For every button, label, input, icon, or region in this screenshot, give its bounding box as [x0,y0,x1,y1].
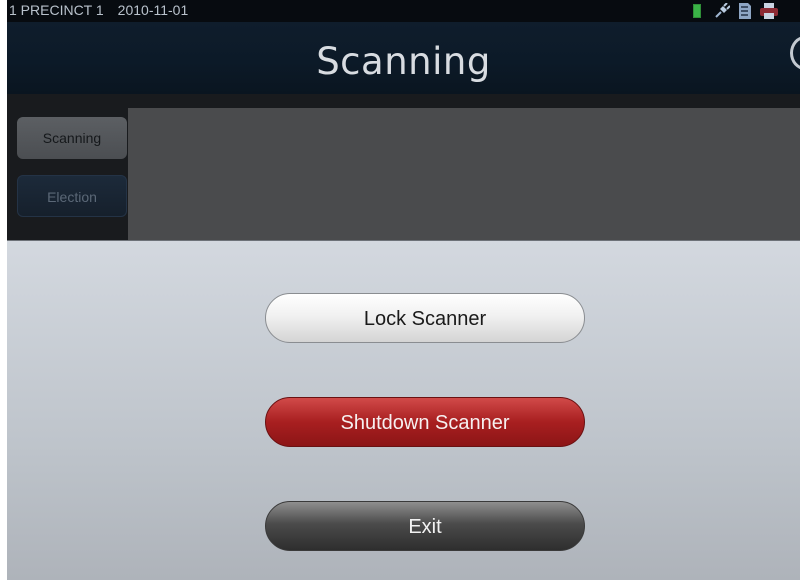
shutdown-scanner-button[interactable]: Shutdown Scanner [265,397,585,447]
background-panel: Scanning Election [7,94,800,240]
exit-button[interactable]: Exit [265,501,585,551]
date-label: 2010-11-01 [117,2,189,18]
status-bar: 1 PRECINCT 1 2010-11-01 [7,0,800,22]
content-panel [128,108,800,240]
sidebar-item-scanning: Scanning [17,117,127,159]
title-bar: Scanning [7,22,800,94]
page-title: Scanning [316,40,491,83]
printer-icon [760,3,778,22]
memory-card-icon [738,3,752,22]
connection-plug-icon [714,2,731,22]
scanner-screen: 1 PRECINCT 1 2010-11-01 Scanning Scanning… [7,0,800,580]
status-icons [690,2,800,22]
scanner-options-dialog: Lock Scanner Shutdown Scanner Exit [7,240,800,580]
status-info: 1 PRECINCT 1 2010-11-01 [9,2,188,18]
precinct-label: 1 PRECINCT 1 [9,2,104,18]
battery-icon [693,4,701,21]
lock-scanner-button[interactable]: Lock Scanner [265,293,585,343]
sidebar-item-election: Election [17,175,127,217]
